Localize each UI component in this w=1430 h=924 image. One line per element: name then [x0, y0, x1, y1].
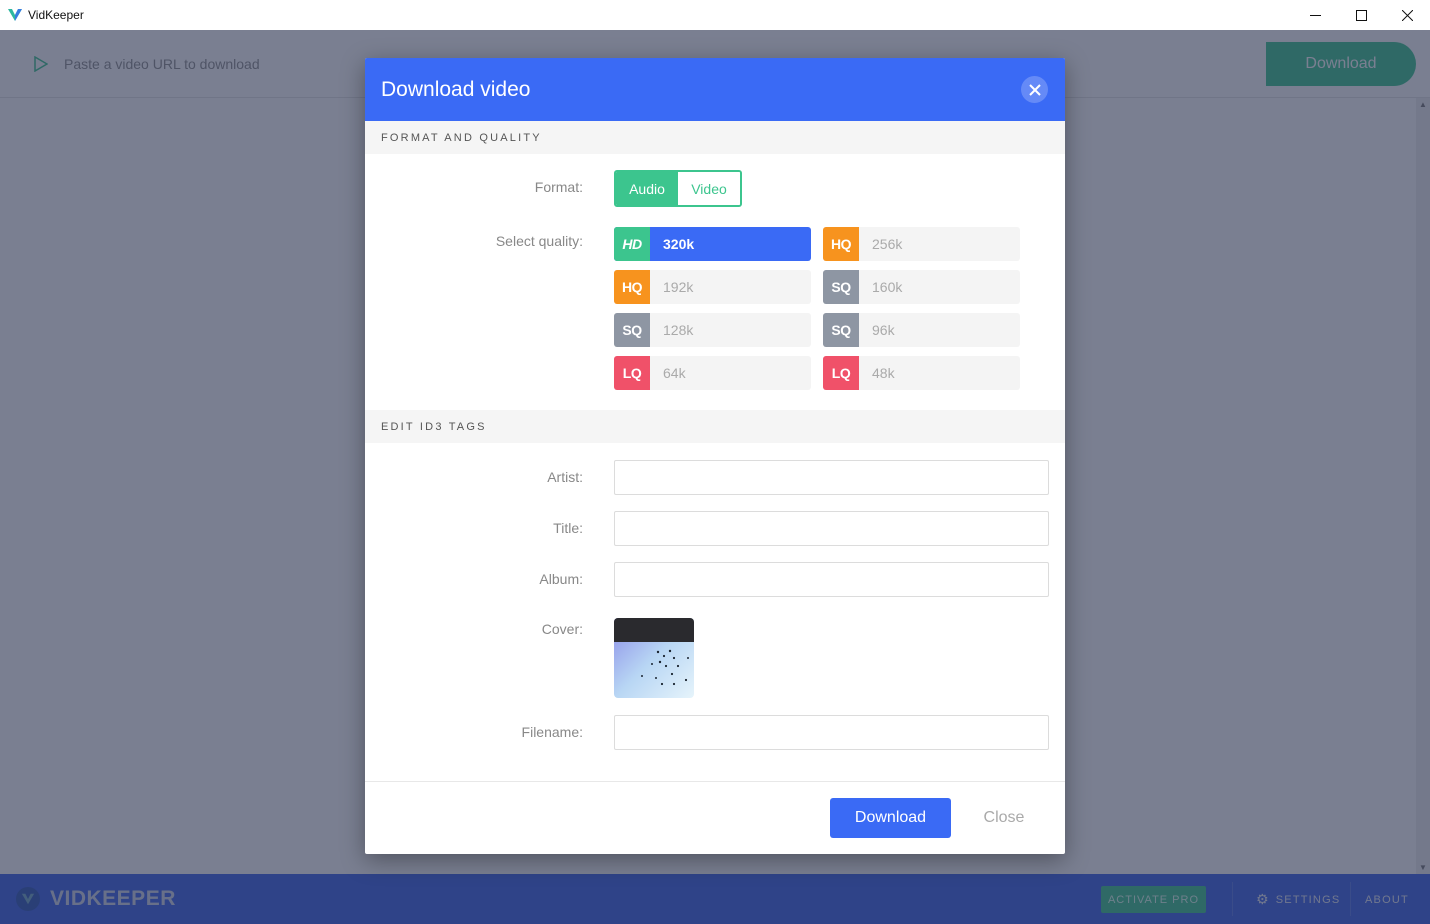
window-controls [1292, 0, 1430, 30]
section-format-quality: FORMAT AND QUALITY [365, 121, 1065, 154]
quality-value: 64k [663, 365, 686, 381]
quality-option-96k[interactable]: SQ 96k [823, 313, 1020, 347]
close-icon [1028, 83, 1041, 96]
lq-badge-icon: LQ [614, 356, 650, 390]
title-input[interactable] [614, 511, 1049, 546]
dialog-footer: Download Close [365, 781, 1065, 854]
quality-value: 256k [872, 236, 903, 252]
download-dialog: Download video FORMAT AND QUALITY Format… [365, 58, 1065, 854]
cover-label: Cover: [541, 621, 583, 637]
quality-value: 48k [872, 365, 895, 381]
quality-value: 128k [663, 322, 694, 338]
cover-row: Cover: [365, 621, 1065, 641]
quality-value: 192k [663, 279, 694, 295]
quality-value: 320k [663, 236, 695, 252]
quality-label: Select quality: [495, 233, 583, 249]
download-button[interactable]: Download [830, 798, 951, 838]
artist-row: Artist: [365, 460, 1065, 495]
title-row: Title: [365, 511, 1065, 546]
filename-input[interactable] [614, 715, 1049, 750]
sq-badge-icon: SQ [614, 313, 650, 347]
hq-badge-icon: HQ [823, 227, 859, 261]
format-row: Format: Audio Video [365, 170, 1065, 207]
sq-badge-icon: SQ [823, 270, 859, 304]
title-label: Title: [553, 520, 583, 536]
quality-option-64k[interactable]: LQ 64k [614, 356, 811, 390]
quality-option-48k[interactable]: LQ 48k [823, 356, 1020, 390]
quality-option-128k[interactable]: SQ 128k [614, 313, 811, 347]
dialog-close-button[interactable] [1021, 76, 1048, 103]
artist-label: Artist: [547, 469, 583, 485]
window-titlebar: VidKeeper [0, 0, 1430, 30]
filename-label: Filename: [521, 724, 583, 740]
sq-badge-icon: SQ [823, 313, 859, 347]
section-id3-tags: EDIT ID3 TAGS [365, 410, 1065, 443]
close-button[interactable]: Close [971, 798, 1037, 838]
quality-value: 96k [872, 322, 895, 338]
artist-input[interactable] [614, 460, 1049, 495]
hd-badge-icon: HD [614, 227, 650, 261]
dialog-title: Download video [381, 77, 531, 101]
window-close-button[interactable] [1384, 0, 1430, 30]
format-option-audio[interactable]: Audio [616, 172, 678, 205]
format-toggle: Audio Video [614, 170, 742, 207]
format-option-video[interactable]: Video [678, 172, 740, 205]
album-label: Album: [539, 571, 583, 587]
filename-row: Filename: [365, 715, 1065, 750]
album-input[interactable] [614, 562, 1049, 597]
format-label: Format: [534, 179, 583, 195]
hq-badge-icon: HQ [614, 270, 650, 304]
minimize-icon [1309, 14, 1321, 16]
quality-value: 160k [872, 279, 903, 295]
quality-option-256k[interactable]: HQ 256k [823, 227, 1020, 261]
minimize-button[interactable] [1292, 0, 1338, 30]
maximize-button[interactable] [1338, 0, 1384, 30]
cover-image[interactable] [614, 618, 694, 698]
quality-option-192k[interactable]: HQ 192k [614, 270, 811, 304]
album-row: Album: [365, 562, 1065, 597]
vidkeeper-logo-icon [8, 9, 22, 21]
window-close-icon [1401, 9, 1413, 21]
cover-thumbnail [614, 618, 694, 698]
maximize-icon [1355, 9, 1367, 21]
quality-option-320k[interactable]: HD 320k [614, 227, 811, 261]
lq-badge-icon: LQ [823, 356, 859, 390]
window-title: VidKeeper [28, 8, 84, 22]
dialog-header: Download video [365, 58, 1065, 121]
quality-option-160k[interactable]: SQ 160k [823, 270, 1020, 304]
